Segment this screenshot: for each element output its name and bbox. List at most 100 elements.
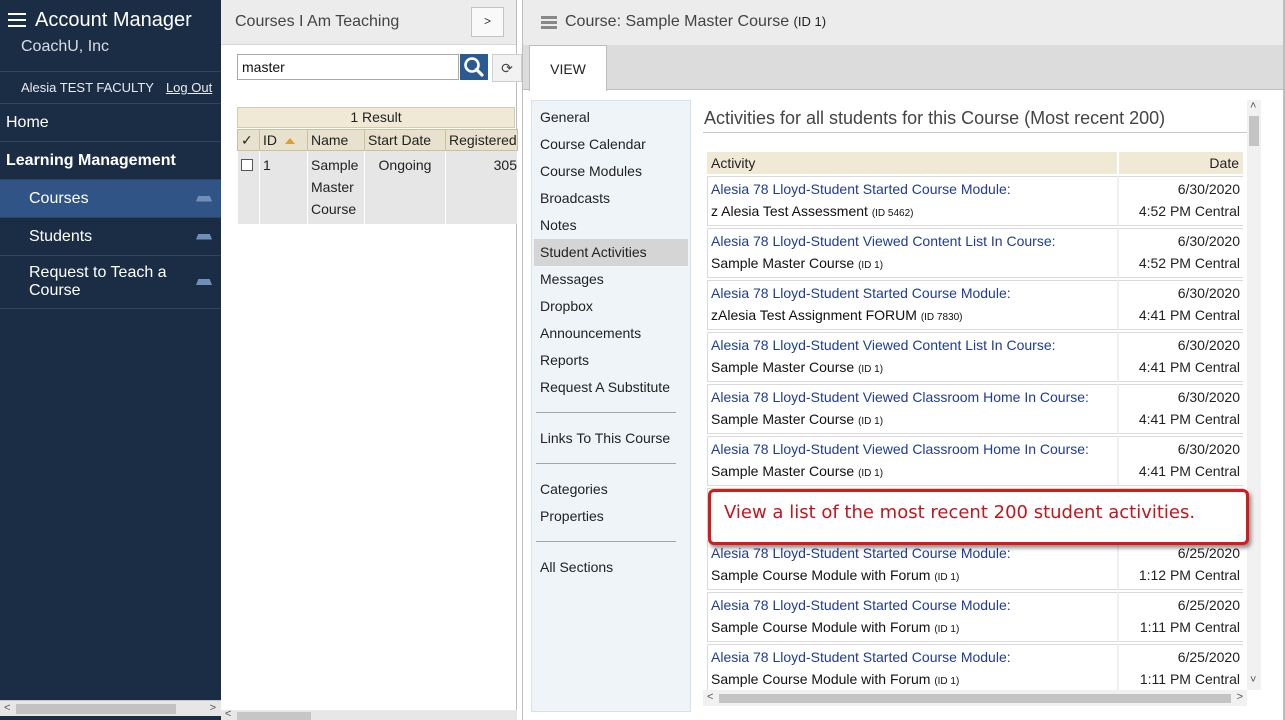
activity-link[interactable]: Alesia 78 Lloyd-Student Viewed Classroom… xyxy=(711,438,1114,460)
activity-cell: Alesia 78 Lloyd-Student Started Course M… xyxy=(707,540,1117,590)
scroll-right-icon[interactable]: > xyxy=(210,702,216,714)
activity-object-id: (ID 1) xyxy=(934,572,960,583)
pin-icon[interactable] xyxy=(196,233,212,240)
activity-object-name: Sample Master Course xyxy=(711,411,855,427)
menu-item-links-to-this-course[interactable]: Links To This Course xyxy=(534,425,688,452)
nav-item-request-to-teach[interactable]: Request to Teach a Course xyxy=(0,256,221,309)
menu-item-announcements[interactable]: Announcements xyxy=(534,320,688,347)
menu-item-general[interactable]: General xyxy=(534,104,688,131)
nav-horizontal-scrollbar[interactable]: < > xyxy=(0,700,221,716)
nav-item-courses[interactable]: Courses xyxy=(0,180,221,218)
activity-object: zAlesia Test Assignment FORUM (ID 7830) xyxy=(711,304,1114,329)
course-title-id: (ID 1) xyxy=(793,14,827,29)
scrollbar-thumb[interactable] xyxy=(237,712,311,720)
courses-horizontal-scrollbar[interactable]: < xyxy=(221,708,517,720)
menu-item-request-a-substitute[interactable]: Request A Substitute xyxy=(534,374,688,401)
activity-row[interactable]: Alesia 78 Lloyd-Student Viewed Classroom… xyxy=(707,384,1243,434)
activity-date-cell: 6/30/2020 4:41 PM Central xyxy=(1117,280,1243,330)
scroll-down-icon[interactable]: ˅ xyxy=(1250,674,1256,686)
menu-item-categories[interactable]: Categories xyxy=(534,476,688,503)
activity-link[interactable]: Alesia 78 Lloyd-Student Started Course M… xyxy=(711,178,1114,200)
scroll-left-icon[interactable]: < xyxy=(707,691,713,703)
activities-horizontal-scrollbar[interactable]: < > xyxy=(703,690,1247,706)
activities-body: Alesia 78 Lloyd-Student Started Course M… xyxy=(707,176,1243,694)
nav-item-students[interactable]: Students xyxy=(0,218,221,256)
scroll-up-icon[interactable]: ˄ xyxy=(1250,100,1256,112)
activity-link[interactable]: Alesia 78 Lloyd-Student Started Course M… xyxy=(711,646,1114,668)
courses-panel-title: Courses I Am Teaching xyxy=(235,13,400,30)
scroll-left-icon[interactable]: < xyxy=(4,702,10,714)
activity-date: 6/25/2020 xyxy=(1177,545,1240,561)
course-detail-panel: Course: Sample Master Course (ID 1) VIEW… xyxy=(522,0,1285,720)
column-header-name[interactable]: Name xyxy=(307,129,365,151)
search-input[interactable] xyxy=(237,54,459,80)
cell-start-date: Ongoing xyxy=(364,150,446,224)
activity-link[interactable]: Alesia 78 Lloyd-Student Viewed Content L… xyxy=(711,334,1114,356)
search-button[interactable] xyxy=(460,54,488,80)
courses-table: ✓ ID Name Start Date Registered 1 Sample… xyxy=(237,129,518,224)
activity-row[interactable]: Alesia 78 Lloyd-Student Started Course M… xyxy=(707,540,1243,590)
menu-item-dropbox[interactable]: Dropbox xyxy=(534,293,688,320)
logout-link[interactable]: Log Out xyxy=(166,80,212,95)
scroll-left-icon[interactable]: < xyxy=(225,708,231,720)
activity-link[interactable]: Alesia 78 Lloyd-Student Started Course M… xyxy=(711,542,1114,564)
activity-row[interactable]: Alesia 78 Lloyd-Student Started Course M… xyxy=(707,592,1243,642)
row-checkbox[interactable] xyxy=(240,159,253,171)
column-header-id[interactable]: ID xyxy=(259,129,308,151)
menu-item-properties[interactable]: Properties xyxy=(534,503,688,530)
activities-table: Activity Date Alesia 78 Lloyd-Student St… xyxy=(707,150,1243,696)
activity-link[interactable]: Alesia 78 Lloyd-Student Viewed Classroom… xyxy=(711,386,1114,408)
tab-view[interactable]: VIEW xyxy=(529,45,607,91)
collapse-panel-button[interactable]: > xyxy=(471,7,504,37)
nav-home[interactable]: Home xyxy=(0,104,221,142)
activity-row[interactable]: Alesia 78 Lloyd-Student Viewed Content L… xyxy=(707,332,1243,382)
nav-section-learning-management[interactable]: Learning Management xyxy=(0,142,221,180)
activity-row[interactable]: Alesia 78 Lloyd-Student Started Course M… xyxy=(707,644,1243,694)
activity-row[interactable]: Alesia 78 Lloyd-Student Started Course M… xyxy=(707,280,1243,330)
menu-item-all-sections[interactable]: All Sections xyxy=(534,554,688,581)
column-header-start-date[interactable]: Start Date xyxy=(364,129,446,151)
table-row[interactable]: 1 Sample Master Course Ongoing 305 xyxy=(237,150,518,224)
menu-item-notes[interactable]: Notes xyxy=(534,212,688,239)
column-header-date[interactable]: Date xyxy=(1117,152,1243,174)
refresh-button[interactable]: ⟳ xyxy=(492,54,522,82)
menu-divider xyxy=(536,463,676,464)
activity-link[interactable]: Alesia 78 Lloyd-Student Viewed Content L… xyxy=(711,230,1114,252)
activity-cell: Alesia 78 Lloyd-Student Started Course M… xyxy=(707,644,1117,694)
activity-link[interactable]: Alesia 78 Lloyd-Student Started Course M… xyxy=(711,594,1114,616)
activity-link[interactable]: Alesia 78 Lloyd-Student Started Course M… xyxy=(711,282,1114,304)
menu-item-course-modules[interactable]: Course Modules xyxy=(534,158,688,185)
activity-row[interactable]: Alesia 78 Lloyd-Student Viewed Content L… xyxy=(707,228,1243,278)
activity-date-cell: 6/25/2020 1:11 PM Central xyxy=(1117,644,1243,694)
activity-time: 4:52 PM Central xyxy=(1138,203,1240,219)
activity-object-name: Sample Course Module with Forum xyxy=(711,619,931,635)
scroll-right-icon[interactable]: > xyxy=(1237,691,1243,703)
menu-item-messages[interactable]: Messages xyxy=(534,266,688,293)
activity-row[interactable]: Alesia 78 Lloyd-Student Viewed Classroom… xyxy=(707,436,1243,486)
menu-icon[interactable] xyxy=(541,16,557,29)
column-header-activity[interactable]: Activity xyxy=(707,152,1117,174)
hamburger-menu-icon[interactable] xyxy=(8,13,26,27)
scrollbar-thumb[interactable] xyxy=(719,694,1231,703)
activity-cell: Alesia 78 Lloyd-Student Viewed Classroom… xyxy=(707,436,1117,486)
cell-name[interactable]: Sample Master Course xyxy=(307,150,365,224)
pin-icon[interactable] xyxy=(196,195,212,202)
menu-item-course-calendar[interactable]: Course Calendar xyxy=(534,131,688,158)
column-header-registered[interactable]: Registered xyxy=(445,129,518,151)
menu-item-reports[interactable]: Reports xyxy=(534,347,688,374)
activities-vertical-scrollbar[interactable]: ˄ ˅ xyxy=(1247,100,1261,690)
activity-object-id: (ID 1) xyxy=(858,364,884,375)
activity-cell: Alesia 78 Lloyd-Student Viewed Classroom… xyxy=(707,384,1117,434)
activity-cell: Alesia 78 Lloyd-Student Started Course M… xyxy=(707,592,1117,642)
activity-row[interactable]: Alesia 78 Lloyd-Student Started Course M… xyxy=(707,176,1243,226)
menu-item-student-activities[interactable]: Student Activities xyxy=(534,239,688,266)
pin-icon[interactable] xyxy=(196,279,212,285)
scrollbar-thumb[interactable] xyxy=(1249,116,1259,146)
select-all-column-header[interactable]: ✓ xyxy=(237,129,260,151)
menu-item-broadcasts[interactable]: Broadcasts xyxy=(534,185,688,212)
nav-title-row: Account Manager xyxy=(8,0,221,40)
scrollbar-thumb[interactable] xyxy=(16,704,176,714)
left-nav: Account Manager CoachU, Inc Alesia TEST … xyxy=(0,0,221,720)
activity-object-id: (ID 1) xyxy=(858,260,884,271)
activity-date: 6/30/2020 xyxy=(1177,337,1240,353)
